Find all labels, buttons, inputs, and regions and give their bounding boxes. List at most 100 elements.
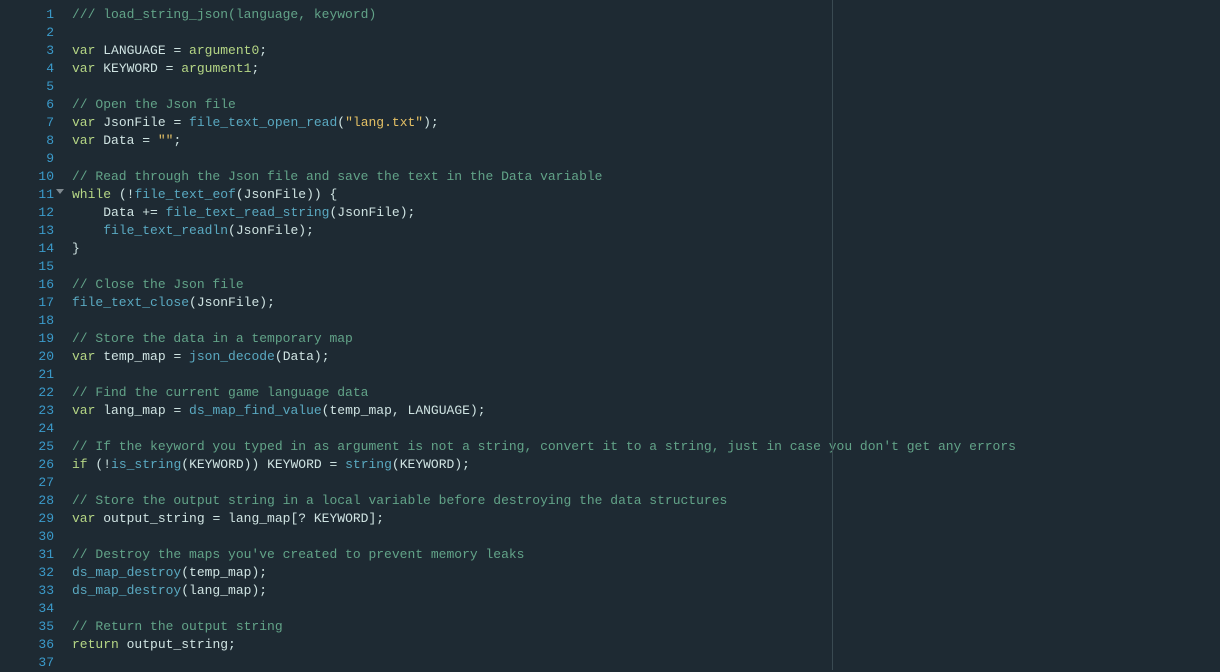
code-line[interactable] [72, 420, 1220, 438]
code-line[interactable]: var output_string = lang_map[? KEYWORD]; [72, 510, 1220, 528]
line-number[interactable]: 30 [0, 528, 60, 546]
code-line[interactable]: var KEYWORD = argument1; [72, 60, 1220, 78]
line-number[interactable]: 14 [0, 240, 60, 258]
line-number-gutter[interactable]: 1234567891011121314151617181920212223242… [0, 0, 60, 670]
code-line[interactable]: var lang_map = ds_map_find_value(temp_ma… [72, 402, 1220, 420]
token-pun: ) [454, 457, 462, 472]
code-line[interactable]: } [72, 240, 1220, 258]
code-line[interactable]: // Close the Json file [72, 276, 1220, 294]
code-line[interactable] [72, 258, 1220, 276]
code-line[interactable]: // Find the current game language data [72, 384, 1220, 402]
token-fn: ds_map_find_value [189, 403, 322, 418]
code-line[interactable]: // Destroy the maps you've created to pr… [72, 546, 1220, 564]
code-area[interactable]: /// load_string_json(language, keyword) v… [60, 0, 1220, 670]
line-number[interactable]: 25 [0, 438, 60, 456]
token-pun: ; [228, 637, 236, 652]
token-pun: ) [423, 115, 431, 130]
token-id: KEYWORD [267, 457, 322, 472]
code-line[interactable]: // Open the Json file [72, 96, 1220, 114]
code-line[interactable] [72, 78, 1220, 96]
code-line[interactable] [72, 528, 1220, 546]
line-number[interactable]: 21 [0, 366, 60, 384]
token-pun: ) [470, 403, 478, 418]
token-op: = [158, 61, 181, 76]
code-line[interactable] [72, 150, 1220, 168]
line-number[interactable]: 3 [0, 42, 60, 60]
code-editor[interactable]: 1234567891011121314151617181920212223242… [0, 0, 1220, 670]
token-fn: ds_map_destroy [72, 565, 181, 580]
line-number[interactable]: 29 [0, 510, 60, 528]
code-line[interactable] [72, 600, 1220, 618]
token-fn: string [345, 457, 392, 472]
code-line[interactable]: while (!file_text_eof(JsonFile)) { [72, 186, 1220, 204]
line-number[interactable]: 16 [0, 276, 60, 294]
line-number[interactable]: 8 [0, 132, 60, 150]
code-line[interactable]: // Return the output string [72, 618, 1220, 636]
code-line[interactable]: file_text_close(JsonFile); [72, 294, 1220, 312]
token-op: = [205, 511, 228, 526]
line-number[interactable]: 35 [0, 618, 60, 636]
token-pun: ; [251, 61, 259, 76]
code-line[interactable] [72, 24, 1220, 42]
line-number[interactable]: 31 [0, 546, 60, 564]
code-line[interactable]: file_text_readln(JsonFile); [72, 222, 1220, 240]
line-number[interactable]: 10 [0, 168, 60, 186]
code-line[interactable]: var LANGUAGE = argument0; [72, 42, 1220, 60]
line-number[interactable]: 20 [0, 348, 60, 366]
line-number[interactable]: 27 [0, 474, 60, 492]
line-number[interactable]: 36 [0, 636, 60, 654]
line-number[interactable]: 37 [0, 654, 60, 672]
code-line[interactable]: ds_map_destroy(lang_map); [72, 582, 1220, 600]
code-line[interactable]: // Store the output string in a local va… [72, 492, 1220, 510]
code-line[interactable]: if (!is_string(KEYWORD)) KEYWORD = strin… [72, 456, 1220, 474]
line-number[interactable]: 7 [0, 114, 60, 132]
code-line[interactable]: /// load_string_json(language, keyword) [72, 6, 1220, 24]
line-number[interactable]: 24 [0, 420, 60, 438]
token-pun: ) [298, 223, 306, 238]
line-number[interactable]: 4 [0, 60, 60, 78]
line-number[interactable]: 18 [0, 312, 60, 330]
code-line[interactable] [72, 654, 1220, 672]
token-pun: ) [314, 349, 322, 364]
line-number[interactable]: 28 [0, 492, 60, 510]
token-pun: ; [408, 205, 416, 220]
code-line[interactable]: // If the keyword you typed in as argume… [72, 438, 1220, 456]
token-fn: json_decode [189, 349, 275, 364]
line-number[interactable]: 22 [0, 384, 60, 402]
token-kw: var [72, 133, 95, 148]
line-number[interactable]: 15 [0, 258, 60, 276]
line-number[interactable]: 17 [0, 294, 60, 312]
line-number[interactable]: 19 [0, 330, 60, 348]
token-pl [119, 637, 127, 652]
token-pl [72, 223, 103, 238]
code-line[interactable] [72, 312, 1220, 330]
token-id: JsonFile [337, 205, 399, 220]
line-number[interactable]: 23 [0, 402, 60, 420]
line-number[interactable]: 1 [0, 6, 60, 24]
line-number[interactable]: 5 [0, 78, 60, 96]
code-line[interactable]: var JsonFile = file_text_open_read("lang… [72, 114, 1220, 132]
token-pun: ; [431, 115, 439, 130]
line-number[interactable]: 34 [0, 600, 60, 618]
code-line[interactable]: // Read through the Json file and save t… [72, 168, 1220, 186]
line-number[interactable]: 11 [0, 186, 60, 204]
code-line[interactable]: ds_map_destroy(temp_map); [72, 564, 1220, 582]
code-line[interactable] [72, 474, 1220, 492]
line-number[interactable]: 9 [0, 150, 60, 168]
code-line[interactable]: Data += file_text_read_string(JsonFile); [72, 204, 1220, 222]
line-number[interactable]: 32 [0, 564, 60, 582]
line-number[interactable]: 12 [0, 204, 60, 222]
code-line[interactable]: var Data = ""; [72, 132, 1220, 150]
token-id: lang_map [228, 511, 290, 526]
line-number[interactable]: 26 [0, 456, 60, 474]
line-number[interactable]: 6 [0, 96, 60, 114]
code-line[interactable] [72, 366, 1220, 384]
code-line[interactable]: return output_string; [72, 636, 1220, 654]
line-number[interactable]: 2 [0, 24, 60, 42]
line-number[interactable]: 13 [0, 222, 60, 240]
code-line[interactable]: var temp_map = json_decode(Data); [72, 348, 1220, 366]
code-line[interactable]: // Store the data in a temporary map [72, 330, 1220, 348]
token-cm: // Find the current game language data [72, 385, 368, 400]
line-number[interactable]: 33 [0, 582, 60, 600]
token-fn: ds_map_destroy [72, 583, 181, 598]
